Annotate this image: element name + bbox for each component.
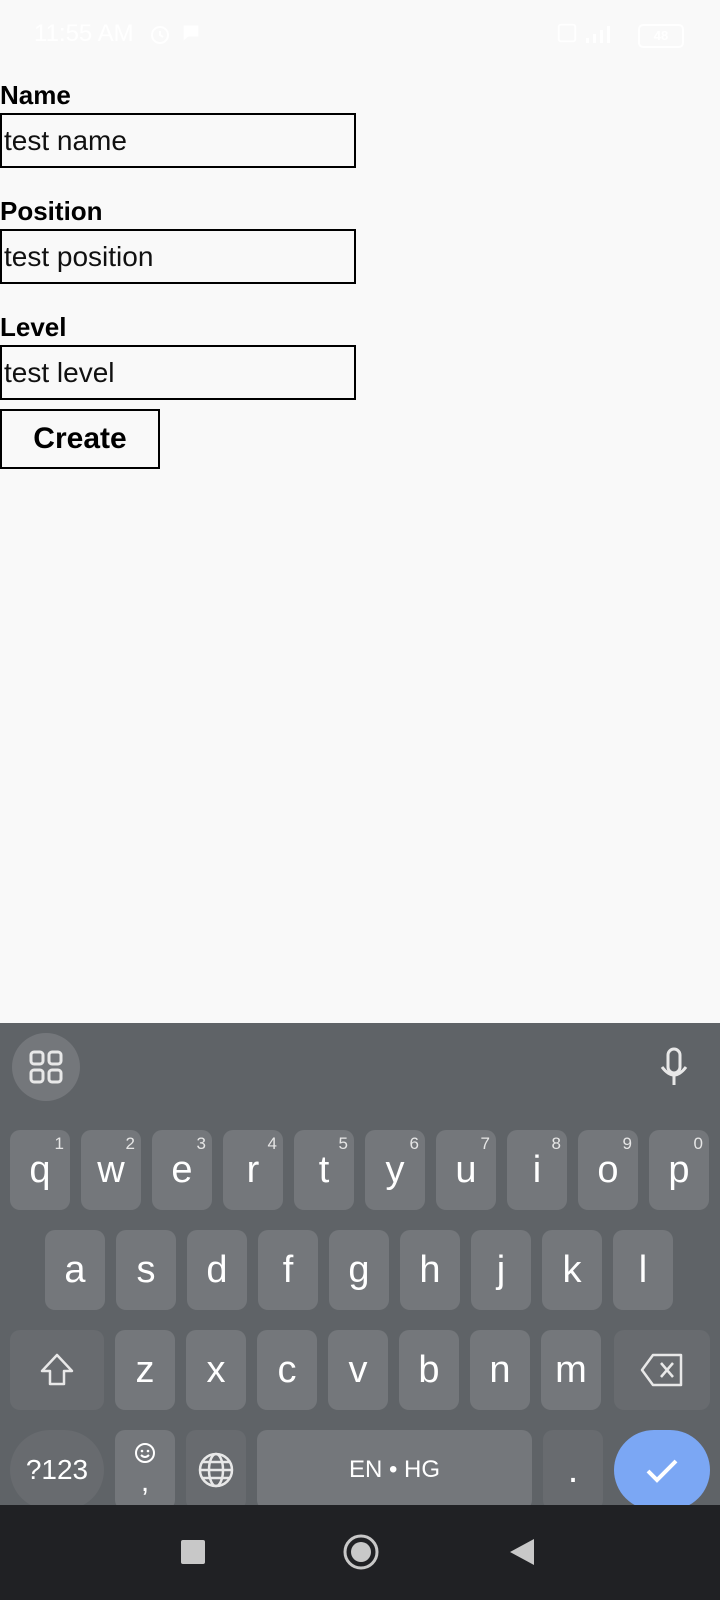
key-label: q bbox=[29, 1148, 51, 1191]
key-h[interactable]: h bbox=[400, 1230, 460, 1310]
key-label: m bbox=[555, 1348, 587, 1391]
back-icon[interactable] bbox=[508, 1537, 536, 1567]
level-field[interactable] bbox=[0, 345, 356, 400]
key-label: x bbox=[206, 1348, 226, 1391]
key-number-hint: 9 bbox=[622, 1134, 632, 1153]
enter-key[interactable] bbox=[614, 1430, 710, 1510]
recents-icon[interactable] bbox=[180, 1539, 206, 1565]
key-label: k bbox=[562, 1248, 582, 1291]
battery-icon: 48 bbox=[638, 24, 684, 48]
key-label: c bbox=[277, 1348, 297, 1391]
key-i[interactable]: i8 bbox=[507, 1130, 567, 1210]
alarm-icon bbox=[148, 22, 172, 53]
key-d[interactable]: d bbox=[187, 1230, 247, 1310]
key-label: o bbox=[597, 1148, 619, 1191]
key-k[interactable]: k bbox=[542, 1230, 602, 1310]
key-number-hint: 0 bbox=[693, 1134, 703, 1153]
navigation-bar bbox=[0, 1505, 720, 1600]
key-o[interactable]: o9 bbox=[578, 1130, 638, 1210]
create-button[interactable]: Create bbox=[0, 409, 160, 469]
key-label: t bbox=[318, 1148, 330, 1191]
key-a[interactable]: a bbox=[45, 1230, 105, 1310]
key-label: y bbox=[385, 1148, 405, 1191]
key-label: r bbox=[246, 1148, 260, 1191]
key-number-hint: 3 bbox=[196, 1134, 206, 1153]
level-label: Level bbox=[0, 312, 67, 342]
key-u[interactable]: u7 bbox=[436, 1130, 496, 1210]
backspace-icon bbox=[640, 1353, 683, 1387]
key-number-hint: 5 bbox=[338, 1134, 348, 1153]
key-v[interactable]: v bbox=[328, 1330, 388, 1410]
comma-label: , bbox=[140, 1465, 150, 1498]
position-label: Position bbox=[0, 196, 103, 226]
key-label: i bbox=[532, 1148, 542, 1191]
key-f[interactable]: f bbox=[258, 1230, 318, 1310]
key-label: b bbox=[418, 1348, 440, 1391]
status-bar: 11:55 AM 48 bbox=[0, 0, 720, 70]
key-number-hint: 6 bbox=[409, 1134, 419, 1153]
key-label: g bbox=[348, 1248, 370, 1291]
key-l[interactable]: l bbox=[613, 1230, 673, 1310]
apps-grid-button[interactable] bbox=[12, 1033, 80, 1101]
key-j[interactable]: j bbox=[471, 1230, 531, 1310]
key-label: l bbox=[638, 1248, 648, 1291]
key-number-hint: 2 bbox=[125, 1134, 135, 1153]
space-key[interactable]: EN • HG bbox=[257, 1430, 532, 1510]
key-c[interactable]: c bbox=[257, 1330, 317, 1410]
key-n[interactable]: n bbox=[470, 1330, 530, 1410]
key-r[interactable]: r4 bbox=[223, 1130, 283, 1210]
checkmark-icon bbox=[646, 1459, 678, 1483]
soft-keyboard: q1w2e3r4t5y6u7i8o9p0 asdfghjkl zxcvbnm ?… bbox=[0, 1023, 720, 1510]
key-number-hint: 8 bbox=[551, 1134, 561, 1153]
key-x[interactable]: x bbox=[186, 1330, 246, 1410]
key-number-hint: 1 bbox=[54, 1134, 64, 1153]
key-b[interactable]: b bbox=[399, 1330, 459, 1410]
key-label: s bbox=[136, 1248, 156, 1291]
key-label: w bbox=[97, 1148, 125, 1191]
position-field[interactable] bbox=[0, 229, 356, 284]
key-label: h bbox=[419, 1248, 441, 1291]
shift-icon bbox=[40, 1353, 74, 1386]
key-label: z bbox=[135, 1348, 155, 1391]
key-m[interactable]: m bbox=[541, 1330, 601, 1410]
key-number-hint: 7 bbox=[480, 1134, 490, 1153]
key-label: a bbox=[64, 1248, 86, 1291]
status-time: 11:55 AM bbox=[34, 20, 134, 47]
name-field[interactable] bbox=[0, 113, 356, 168]
key-z[interactable]: z bbox=[115, 1330, 175, 1410]
key-g[interactable]: g bbox=[329, 1230, 389, 1310]
key-e[interactable]: e3 bbox=[152, 1130, 212, 1210]
emoji-comma-key[interactable]: , bbox=[115, 1430, 175, 1510]
signal-icon bbox=[584, 22, 614, 51]
key-label: j bbox=[496, 1248, 506, 1291]
key-w[interactable]: w2 bbox=[81, 1130, 141, 1210]
home-icon[interactable] bbox=[342, 1533, 380, 1571]
microphone-button[interactable] bbox=[640, 1033, 708, 1101]
symbols-key[interactable]: ?123 bbox=[10, 1430, 104, 1510]
key-label: u bbox=[455, 1148, 477, 1191]
key-label: n bbox=[489, 1348, 511, 1391]
key-s[interactable]: s bbox=[116, 1230, 176, 1310]
key-y[interactable]: y6 bbox=[365, 1130, 425, 1210]
backspace-key[interactable] bbox=[614, 1330, 710, 1410]
microphone-icon bbox=[660, 1047, 688, 1085]
key-label: e bbox=[171, 1148, 193, 1191]
grid-icon bbox=[29, 1050, 63, 1084]
language-key[interactable] bbox=[186, 1430, 246, 1510]
key-p[interactable]: p0 bbox=[649, 1130, 709, 1210]
sim-icon bbox=[556, 22, 578, 51]
shift-key[interactable] bbox=[10, 1330, 104, 1410]
key-label: d bbox=[206, 1248, 228, 1291]
name-label: Name bbox=[0, 80, 71, 110]
chat-bubble-icon bbox=[180, 22, 202, 51]
key-label: f bbox=[282, 1248, 294, 1291]
globe-icon bbox=[198, 1452, 234, 1488]
period-key[interactable]: . bbox=[543, 1430, 603, 1510]
key-label: p bbox=[668, 1148, 690, 1191]
key-t[interactable]: t5 bbox=[294, 1130, 354, 1210]
key-label: v bbox=[348, 1348, 368, 1391]
key-q[interactable]: q1 bbox=[10, 1130, 70, 1210]
key-number-hint: 4 bbox=[267, 1134, 277, 1153]
emoji-icon bbox=[135, 1443, 155, 1463]
